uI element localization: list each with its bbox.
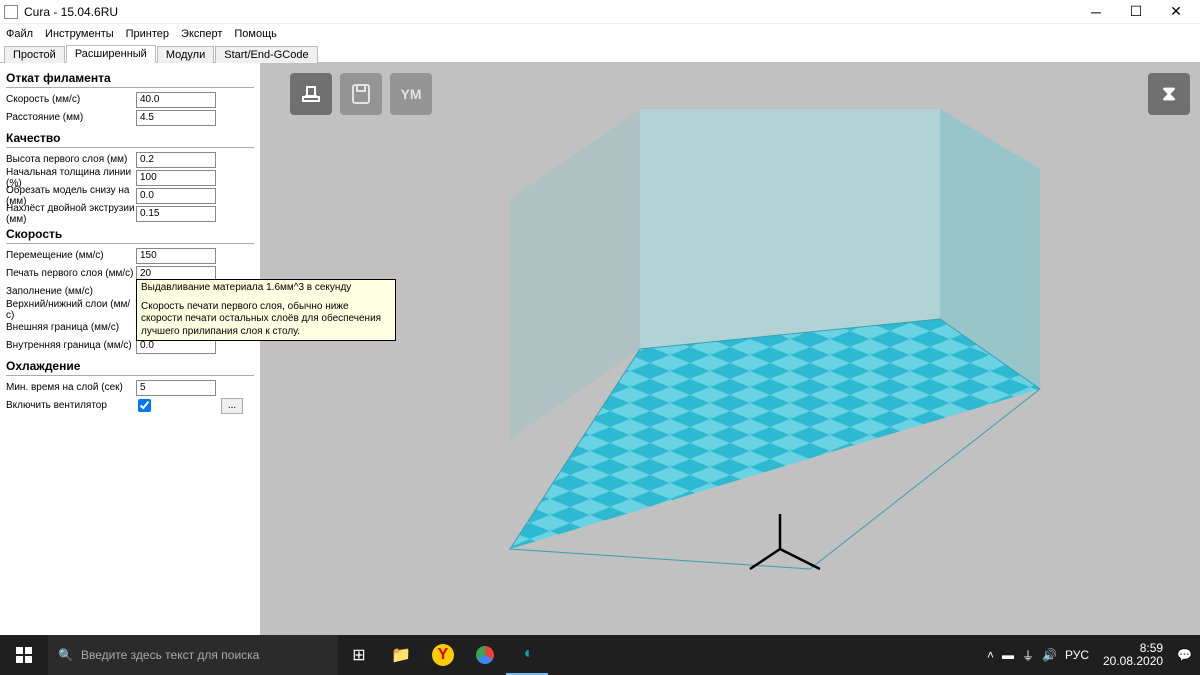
minimize-button[interactable]: ─ [1076,0,1116,24]
task-view-icon[interactable]: ⊞ [338,635,380,675]
first-layer-height-input[interactable] [136,152,216,168]
min-time-input[interactable] [136,380,216,396]
tooltip-line2: Скорость печати первого слоя, обычно ниж… [141,301,391,339]
language-indicator[interactable]: РУС [1065,648,1089,662]
file-explorer-icon[interactable]: 📁 [380,635,422,675]
wifi-icon[interactable]: ⏚ [1022,647,1034,664]
chrome-icon[interactable] [464,635,506,675]
topbot-speed-label: Верхний/нижний слои (мм/с) [6,299,136,321]
menubar: Файл Инструменты Принтер Эксперт Помощь [0,24,1200,43]
tab-advanced[interactable]: Расширенный [66,45,156,63]
min-time-label: Мин. время на слой (сек) [6,382,136,393]
save-gcode-icon[interactable] [340,73,382,115]
overlap-input[interactable] [136,206,216,222]
outer-shell-label: Внешняя граница (мм/с) [6,322,136,333]
first-print-label: Печать первого слоя (мм/с) [6,268,136,279]
titlebar: Cura - 15.04.6RU ─ ☐ ✕ [0,0,1200,24]
system-tray: ˄ ▬ ⏚ 🔊 РУС 8:59 20.08.2020 💬 [979,642,1200,668]
travel-label: Перемещение (мм/с) [6,250,136,261]
cura-taskbar-icon[interactable]: ◖ [506,635,548,675]
search-icon: 🔍 [58,648,73,662]
tooltip-line1: Выдавливание материала 1.6мм^3 в секунду [141,282,391,295]
menu-file[interactable]: Файл [6,28,33,40]
tray-up-icon[interactable]: ˄ [987,648,994,662]
section-retract: Откат филамента [6,67,254,88]
window-title: Cura - 15.04.6RU [24,5,118,19]
notifications-icon[interactable]: 💬 [1177,648,1192,662]
overlap-label: Нахлёст двойной экструзии (мм) [6,203,136,225]
fan-label: Включить вентилятор [6,400,136,411]
clock[interactable]: 8:59 20.08.2020 [1099,642,1167,668]
tab-modules[interactable]: Модули [157,46,214,63]
menu-expert[interactable]: Эксперт [181,28,222,40]
first-layer-height-label: Высота первого слоя (мм) [6,154,136,165]
3d-viewport[interactable]: YM ⧗ [260,63,1200,635]
section-quality: Качество [6,127,254,148]
init-line-width-input[interactable] [136,170,216,186]
fan-more-button[interactable]: ... [221,398,243,414]
start-button[interactable] [0,635,48,675]
search-placeholder: Введите здесь текст для поиска [81,648,259,662]
menu-printer[interactable]: Принтер [126,28,169,40]
load-model-icon[interactable] [290,73,332,115]
build-volume [390,99,1070,599]
windows-taskbar: 🔍 Введите здесь текст для поиска ⊞ 📁 Y ◖… [0,635,1200,675]
section-cooling: Охлаждение [6,355,254,376]
search-box[interactable]: 🔍 Введите здесь текст для поиска [48,635,338,675]
section-speed: Скорость [6,223,254,244]
volume-icon[interactable]: 🔊 [1042,648,1057,662]
menu-help[interactable]: Помощь [234,28,277,40]
inner-shell-label: Внутренняя граница (мм/с) [6,340,136,351]
tab-gcode[interactable]: Start/End-GCode [215,46,317,63]
maximize-button[interactable]: ☐ [1116,0,1156,24]
distance-input[interactable] [136,110,216,126]
cut-bottom-input[interactable] [136,188,216,204]
fan-checkbox[interactable] [138,399,151,412]
tooltip-first-layer-speed: Выдавливание материала 1.6мм^3 в секунду… [136,279,396,341]
infill-speed-label: Заполнение (мм/с) [6,286,136,297]
close-button[interactable]: ✕ [1156,0,1196,24]
settings-panel: Откат филамента Скорость (мм/с) Расстоян… [0,63,260,635]
app-logo-icon [4,5,18,19]
speed-label: Скорость (мм/с) [6,94,136,105]
tab-simple[interactable]: Простой [4,46,65,63]
speed-input[interactable] [136,92,216,108]
menu-tools[interactable]: Инструменты [45,28,114,40]
travel-input[interactable] [136,248,216,264]
battery-icon[interactable]: ▬ [1002,648,1014,662]
yandex-browser-icon[interactable]: Y [422,635,464,675]
render-progress-icon: ⧗ [1148,73,1190,115]
distance-label: Расстояние (мм) [6,112,136,123]
settings-tabs: Простой Расширенный Модули Start/End-GCo… [0,43,1200,63]
clock-date: 20.08.2020 [1103,655,1163,668]
